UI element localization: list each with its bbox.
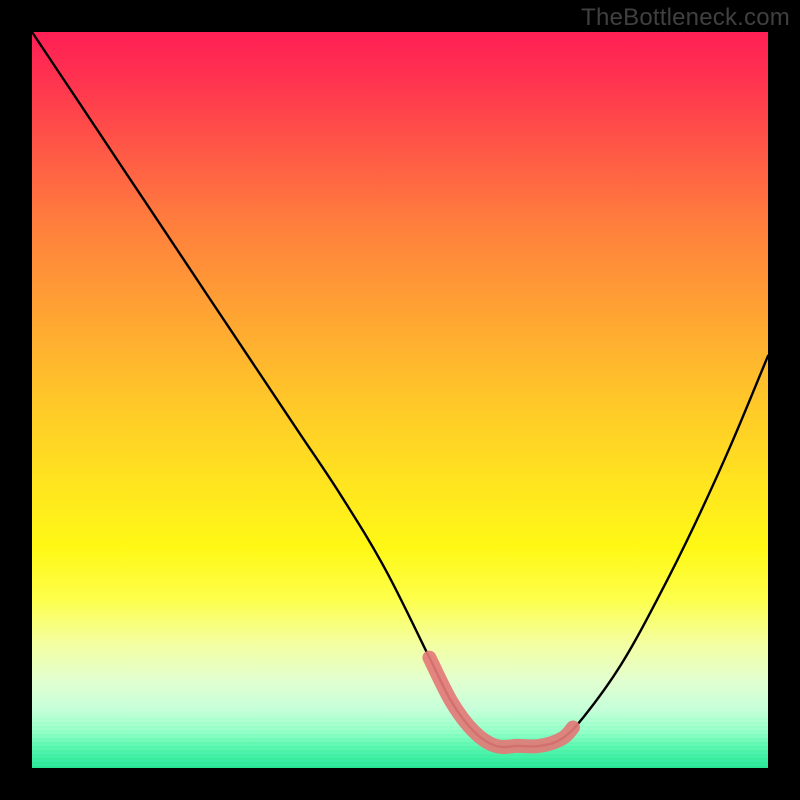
chart-frame: TheBottleneck.com [0,0,800,800]
chart-svg [32,32,768,768]
plot-area [32,32,768,768]
watermark-label: TheBottleneck.com [581,4,790,32]
optimal-range-highlight [429,658,573,748]
bottleneck-curve-line [32,32,768,747]
